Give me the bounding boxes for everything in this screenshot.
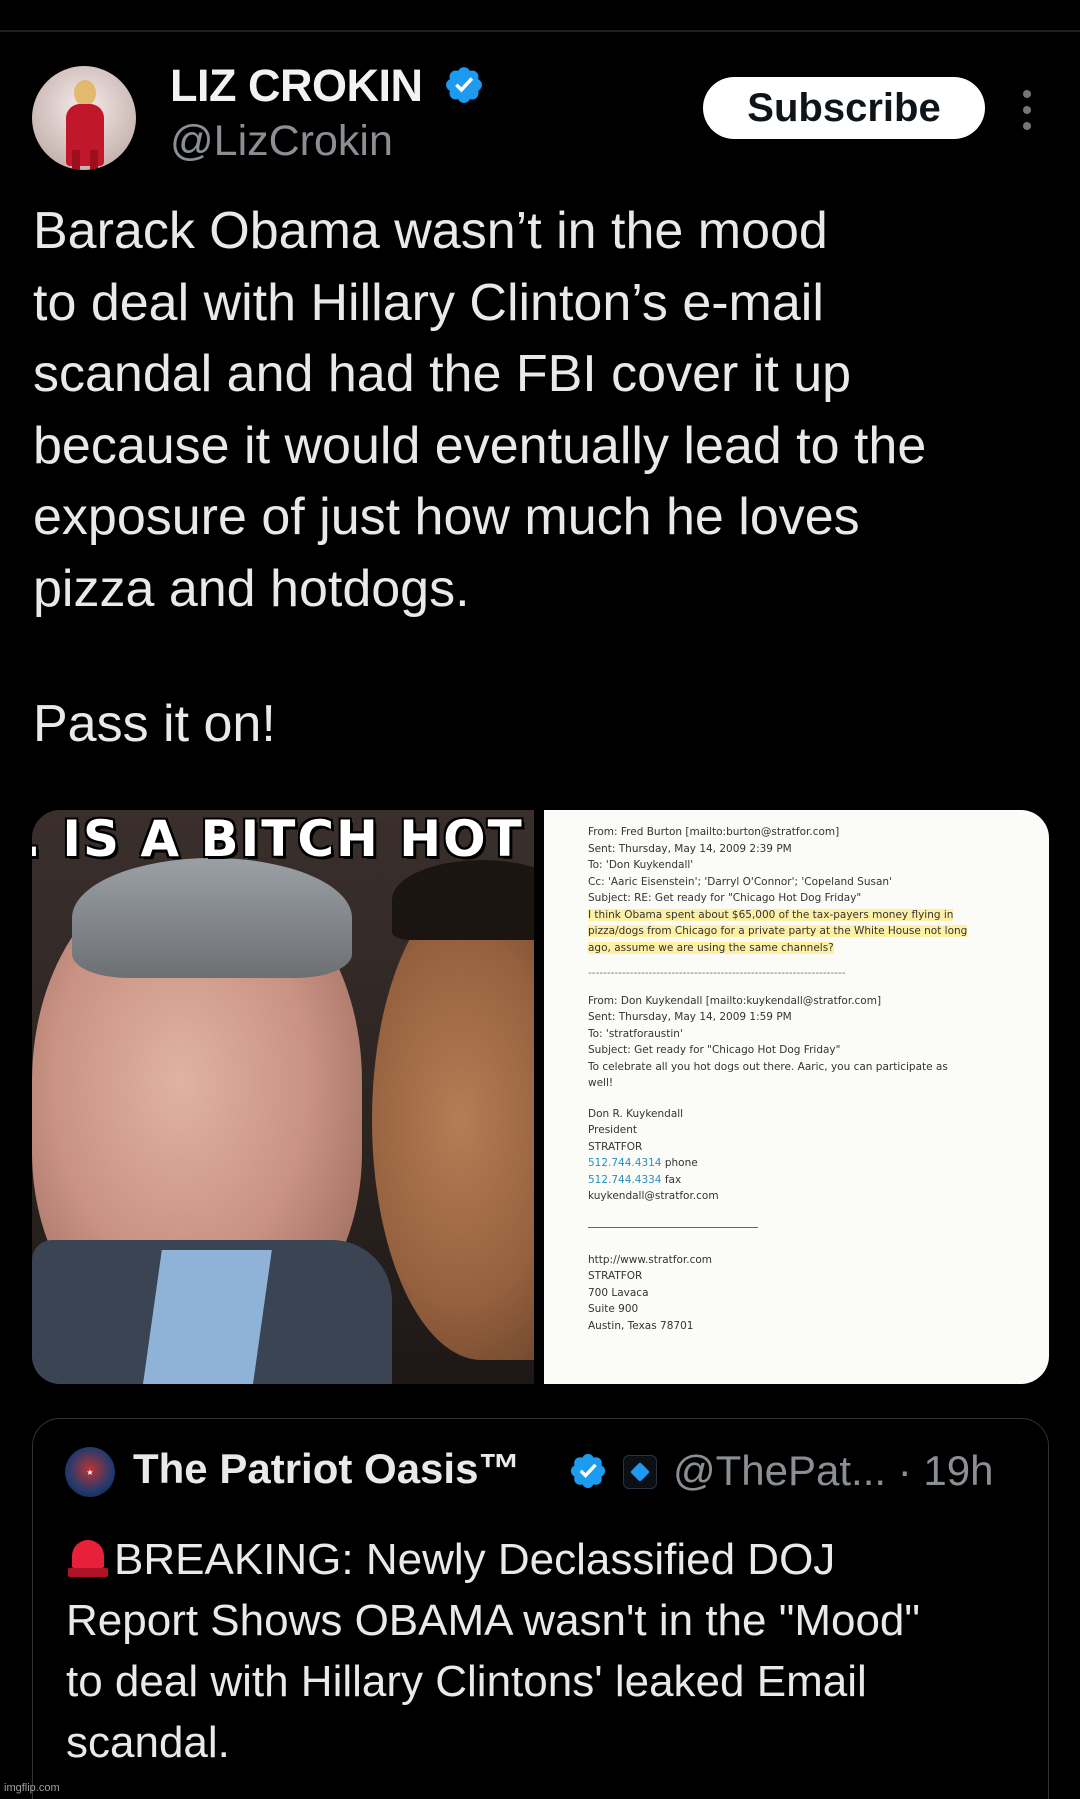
signature-rule: [588, 1226, 758, 1228]
meme-caption: . IS A BITCH HOT: [32, 810, 524, 868]
meme-hair-right: [392, 860, 534, 940]
post-text-line: pizza and hotdogs.: [33, 559, 470, 618]
email-line: Subject: RE: Get ready for "Chicago Hot …: [588, 892, 862, 904]
address-line: STRATFOR: [588, 1270, 643, 1282]
signature-phone-label: phone: [661, 1157, 698, 1169]
signature-title: President: [588, 1124, 637, 1136]
quoted-author-avatar[interactable]: ★: [65, 1447, 115, 1497]
quoted-text-line: scandal.: [66, 1718, 230, 1767]
email-line: To celebrate all you hot dogs out there.…: [588, 1060, 948, 1073]
post-text-line: to deal with Hillary Clinton’s e-mail: [33, 273, 824, 332]
email-line: To: 'Don Kuykendall': [588, 859, 694, 871]
meme-hair-left: [72, 858, 352, 978]
quoted-text-line: Report Shows OBAMA wasn't in the "Mood": [66, 1596, 921, 1645]
post-text-line: Barack Obama wasn’t in the mood: [33, 202, 828, 260]
post-text-line: exposure of just how much he loves: [33, 488, 860, 546]
signature-fax-link: 512.744.4334: [588, 1173, 662, 1186]
quoted-text-line: BREAKING: Newly Declassified DOJ: [114, 1535, 836, 1584]
email-divider: ----------------------------------------…: [588, 967, 846, 979]
quoted-text-line: to deal with Hillary Clintons' leaked Em…: [66, 1657, 867, 1706]
more-options-icon[interactable]: [1017, 90, 1037, 130]
post-text-line: scandal and had the FBI cover it up: [33, 345, 852, 403]
post-text: Barack Obama wasn’t in the mood to deal …: [33, 196, 1053, 625]
address-line: http://www.stratfor.com: [588, 1253, 712, 1266]
quoted-post[interactable]: ★ The Patriot Oasis™ @ThePat... · 19h BR…: [32, 1418, 1049, 1799]
email-line: Subject: Get ready for "Chicago Hot Dog …: [588, 1044, 841, 1056]
meme-image[interactable]: . IS A BITCH HOT: [32, 810, 534, 1384]
email-line: From: Don Kuykendall [mailto:kuykendall@…: [588, 994, 882, 1007]
address-line: Suite 900: [588, 1303, 639, 1315]
top-divider: [0, 30, 1080, 32]
email-line: Cc: 'Aaric Eisenstein'; 'Darryl O'Connor…: [588, 875, 892, 888]
author-avatar[interactable]: [32, 66, 136, 170]
verified-badge-icon: [570, 1453, 606, 1489]
signature-name: Don R. Kuykendall: [588, 1107, 684, 1120]
address-line: Austin, Texas 78701: [588, 1319, 694, 1332]
author-name[interactable]: LIZ CROKIN: [170, 60, 423, 112]
email-highlight: I think Obama spent about $65,000 of the…: [588, 908, 954, 921]
verified-badge-icon: [446, 67, 482, 103]
post-media[interactable]: . IS A BITCH HOT From: Fred Burton [mail…: [32, 810, 1049, 1384]
address-line: 700 Lavaca: [588, 1286, 649, 1299]
siren-emoji-icon: [66, 1538, 110, 1578]
signature-email: kuykendall@stratfor.com: [588, 1190, 719, 1202]
author-handle[interactable]: @LizCrokin: [170, 117, 393, 166]
email-line: well!: [588, 1077, 614, 1089]
organization-badge-icon: [623, 1455, 657, 1489]
watermark: imgflip.com: [4, 1782, 60, 1794]
signature-fax-label: fax: [661, 1173, 682, 1186]
quoted-author-name[interactable]: The Patriot Oasis™: [133, 1445, 520, 1493]
meme-shirt: [142, 1250, 272, 1384]
signature-company: STRATFOR: [588, 1140, 643, 1153]
email-highlight: ago, assume we are using the same channe…: [588, 941, 834, 954]
email-line: To: 'stratforaustin': [588, 1027, 683, 1040]
email-highlight: pizza/dogs from Chicago for a private pa…: [588, 925, 968, 937]
meme-face-right: [372, 880, 534, 1360]
quoted-handle-time[interactable]: @ThePat... · 19h: [673, 1447, 993, 1495]
email-line: Sent: Thursday, May 14, 2009 2:39 PM: [588, 842, 792, 855]
signature-phone-link: 512.744.4314: [588, 1157, 662, 1169]
email-line: From: Fred Burton [mailto:burton@stratfo…: [588, 826, 840, 838]
email-line: Sent: Thursday, May 14, 2009 1:59 PM: [588, 1011, 792, 1023]
subscribe-button[interactable]: Subscribe: [703, 77, 985, 139]
email-screenshot[interactable]: From: Fred Burton [mailto:burton@stratfo…: [544, 810, 1049, 1384]
quoted-text: BREAKING: Newly Declassified DOJ Report …: [66, 1529, 1026, 1773]
post-text-line: because it would eventually lead to the: [33, 416, 927, 475]
post-text-final: Pass it on!: [33, 695, 276, 753]
